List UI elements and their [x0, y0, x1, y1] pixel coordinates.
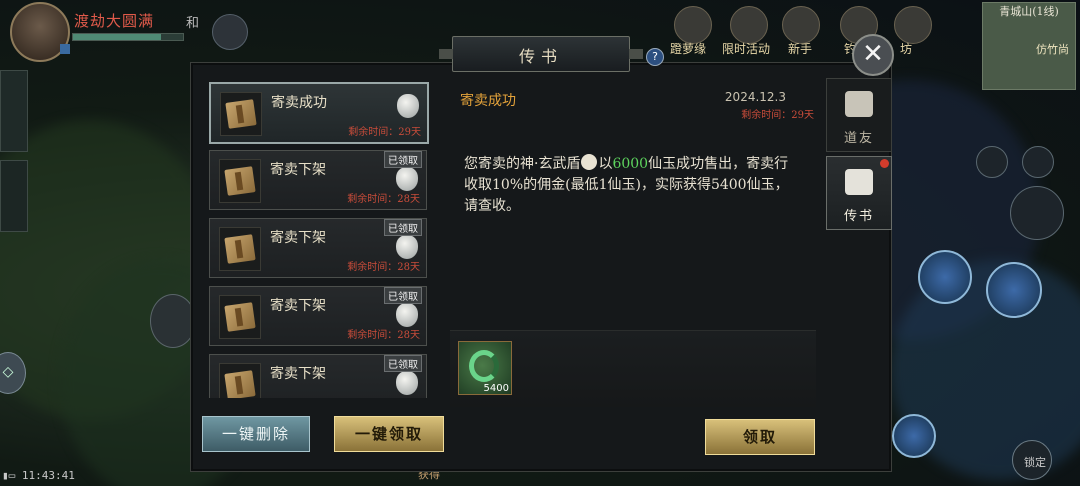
content-remaining: 剩余时间：29天	[741, 110, 814, 121]
item-quality-icon	[581, 154, 598, 170]
hp-bar-fill	[73, 34, 161, 40]
sale-price: 6000	[612, 156, 649, 172]
skill-buff-icon[interactable]	[212, 14, 248, 50]
claimed-badge: 已领取	[384, 355, 422, 372]
tab-friends[interactable]: 道友	[826, 78, 892, 152]
minimap[interactable]: 青城山(1线) 仿竹尚	[982, 2, 1076, 90]
letter-icon	[219, 159, 261, 203]
activity-label: 限时活动	[722, 42, 771, 56]
close-button[interactable]: ✕	[852, 34, 894, 76]
body-text: 您寄卖的神·玄武盾	[464, 156, 581, 172]
body-text: 以	[598, 156, 613, 172]
mail-title: 寄卖成功	[271, 95, 327, 111]
money-bag-icon	[396, 235, 418, 259]
team-flag-icon	[60, 44, 70, 54]
item-quantity: 5400	[483, 383, 509, 394]
activity-icon[interactable]	[782, 6, 820, 44]
content-title: 寄卖成功	[460, 93, 516, 109]
tab-label: 传书	[843, 209, 874, 224]
tab-mail[interactable]: 传书	[826, 156, 892, 230]
yinyang-icon[interactable]	[1010, 186, 1064, 240]
side-panel-button[interactable]	[0, 70, 28, 152]
letter-icon	[219, 295, 261, 339]
mail-title: 寄卖下架	[270, 230, 326, 246]
tab-label: 道友	[843, 131, 874, 146]
claimed-badge: 已领取	[384, 219, 422, 236]
skill-small-icon[interactable]	[976, 146, 1008, 178]
activity-icon[interactable]	[730, 6, 768, 44]
friend-icon	[845, 91, 873, 117]
jade-icon	[469, 350, 499, 382]
activity-icon[interactable]	[894, 6, 932, 44]
content-date: 2024.12.3	[724, 90, 786, 104]
content-body: 您寄卖的神·玄武盾 以6000仙玉成功售出，寄卖行收取10%的佣金(最低1仙玉)，…	[464, 154, 794, 217]
dialog-title-plate: 传书	[439, 36, 643, 72]
mail-title: 寄卖下架	[270, 162, 326, 178]
dialog-title: 传书	[518, 47, 563, 66]
money-bag-icon	[396, 371, 418, 395]
player-name: 渡劫大圆满	[74, 12, 155, 30]
mail-item[interactable]: 寄卖下架 已领取 剩余时间：28天	[209, 286, 427, 346]
mail-chat-icon	[845, 169, 873, 195]
activity-icon[interactable]	[674, 6, 712, 44]
side-panel-button[interactable]	[0, 160, 28, 232]
claim-all-button[interactable]: 一键领取	[334, 416, 444, 452]
mail-item[interactable]: 寄卖下架 已领取 剩余时间：28天	[209, 218, 427, 278]
mail-item[interactable]: 寄卖下架 已领取 剩余时间：28天	[209, 150, 427, 210]
mail-title: 寄卖下架	[270, 298, 326, 314]
mail-list[interactable]: 寄卖成功 剩余时间：29天 寄卖下架 已领取 剩余时间：28天 寄卖下架 已领取…	[204, 78, 432, 398]
attachment-area: 5400	[450, 330, 816, 407]
mail-remaining: 剩余时间：28天	[347, 262, 420, 273]
letter-icon	[220, 92, 262, 136]
money-bag-icon	[396, 303, 418, 327]
clock: 11:43:41	[21, 469, 75, 482]
claim-button[interactable]: 领取	[705, 419, 815, 455]
map-sub-label: 仿竹尚	[1036, 43, 1069, 56]
mail-remaining: 剩余时间：29天	[348, 127, 421, 138]
money-bag-icon	[397, 94, 419, 118]
money-bag-icon	[396, 167, 418, 191]
activity-label: 新手	[788, 42, 813, 56]
delete-all-button[interactable]: 一键删除	[202, 416, 310, 452]
lock-label: 锁定	[1024, 456, 1046, 469]
letter-icon	[219, 227, 261, 271]
letter-icon	[219, 363, 261, 398]
mail-item[interactable]: 寄卖成功 剩余时间：29天	[209, 82, 429, 144]
mail-title: 寄卖下架	[270, 366, 326, 382]
claimed-badge: 已领取	[384, 287, 422, 304]
hud-he-label[interactable]: 和	[186, 12, 199, 31]
jade-currency-item[interactable]: 5400	[458, 341, 512, 395]
skill-button[interactable]	[918, 250, 972, 304]
mail-remaining: 剩余时间：28天	[347, 330, 420, 341]
notification-dot-icon	[880, 159, 889, 168]
claimed-badge: 已领取	[384, 151, 422, 168]
activity-label: 蹬萝缘	[670, 42, 707, 56]
hp-bar	[72, 33, 184, 41]
skill-small-icon[interactable]	[1022, 146, 1054, 178]
help-icon[interactable]: ?	[646, 48, 664, 66]
map-name: 青城山(1线)	[999, 5, 1059, 18]
skill-button[interactable]	[892, 414, 936, 458]
mail-item[interactable]: 寄卖下架 已领取	[209, 354, 427, 398]
mail-content: 寄卖成功 2024.12.3 剩余时间：29天 您寄卖的神·玄武盾 以6000仙玉…	[450, 78, 816, 408]
mail-remaining: 剩余时间：28天	[347, 194, 420, 205]
activity-label: 坊	[900, 42, 913, 56]
status-time: ▮▭ 11:43:41	[2, 469, 75, 482]
skill-button[interactable]	[986, 262, 1042, 318]
